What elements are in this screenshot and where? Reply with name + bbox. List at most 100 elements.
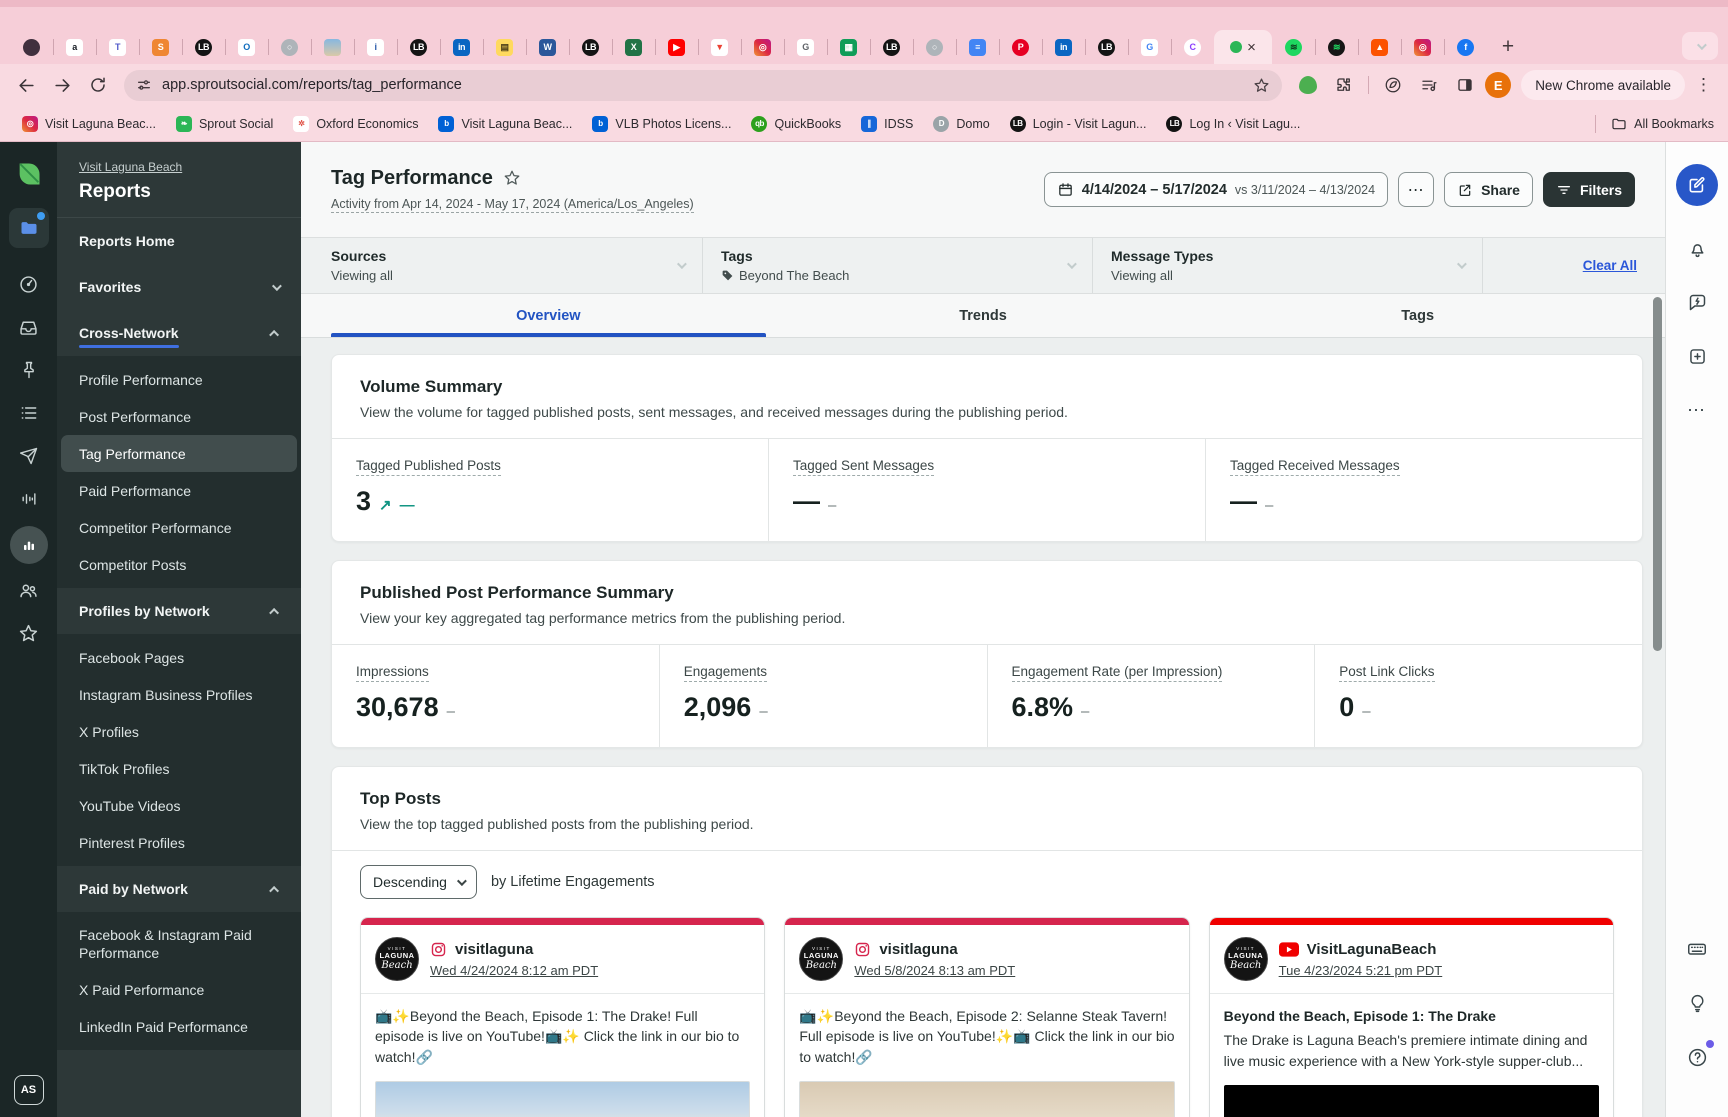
listening-levels-icon[interactable] [9, 479, 49, 519]
browser-tab[interactable]: ○ [268, 30, 311, 64]
browser-tab[interactable]: ▼ [698, 30, 741, 64]
browser-tab[interactable] [10, 30, 53, 64]
browser-tab[interactable]: O [225, 30, 268, 64]
browser-tab[interactable]: ▤ [483, 30, 526, 64]
dashboard-gauge-icon[interactable] [9, 264, 49, 304]
clear-all-link[interactable]: Clear All [1583, 258, 1637, 273]
help-icon[interactable] [1677, 1037, 1717, 1077]
post-date-link[interactable]: Wed 5/8/2024 8:13 am PDT [854, 963, 1015, 978]
post-card[interactable]: VISIT LAGUNA Beach VisitLagunaBeach Tue 4/… [1208, 917, 1614, 1117]
browser-tab[interactable]: G [1128, 30, 1171, 64]
keyboard-shortcuts-icon[interactable] [1677, 929, 1717, 969]
stat-label[interactable]: Engagement Rate (per Impression) [1011, 664, 1223, 682]
sidebar-item-x-paid-performance[interactable]: X Paid Performance [61, 971, 297, 1008]
bookmark-item[interactable]: b Visit Laguna Beac... [430, 112, 580, 136]
all-bookmarks-button[interactable]: All Bookmarks [1595, 114, 1714, 133]
browser-tab[interactable]: ○ [913, 30, 956, 64]
browser-tab[interactable]: f [1444, 30, 1487, 64]
browser-tab[interactable]: P [999, 30, 1042, 64]
post-card[interactable]: VISIT LAGUNA Beach visitlaguna Wed 5/8/202… [784, 917, 1190, 1117]
browser-tab[interactable] [311, 30, 354, 64]
post-card[interactable]: VISIT LAGUNA Beach visitlaguna Wed 4/24/20… [360, 917, 766, 1117]
browser-tab[interactable]: LB [182, 30, 225, 64]
browser-tab[interactable]: C [1171, 30, 1214, 64]
browser-tab[interactable]: ◎ [741, 30, 784, 64]
message-types-filter[interactable]: Message Types Viewing all [1111, 238, 1483, 293]
sidebar-item-profile-performance[interactable]: Profile Performance [61, 361, 297, 398]
back-button[interactable] [10, 69, 42, 101]
browser-tab[interactable]: ≡ [956, 30, 999, 64]
extensions-puzzle-icon[interactable] [1328, 69, 1360, 101]
notifications-bell-icon[interactable] [1677, 228, 1717, 268]
sidebar-item-instagram-business-profiles[interactable]: Instagram Business Profiles [61, 676, 297, 713]
post-video-thumbnail[interactable] [1223, 1084, 1599, 1117]
tab-tags[interactable]: Tags [1200, 294, 1635, 337]
stat-label[interactable]: Impressions [356, 664, 429, 682]
sidebar-item-post-performance[interactable]: Post Performance [61, 398, 297, 435]
tags-filter[interactable]: Tags Beyond The Beach [721, 238, 1093, 293]
more-options-button[interactable]: ⋯ [1398, 172, 1435, 207]
tips-lightbulb-icon[interactable] [1677, 983, 1717, 1023]
browser-menu-icon[interactable]: ⋮ [1689, 75, 1718, 95]
forward-button[interactable] [46, 69, 78, 101]
browser-tab[interactable]: in [1042, 30, 1085, 64]
stat-label[interactable]: Engagements [683, 664, 768, 682]
browser-tab[interactable]: T [96, 30, 139, 64]
stat-label[interactable]: Tagged Sent Messages [793, 458, 935, 476]
address-bar[interactable]: app.sproutsocial.com/reports/tag_perform… [124, 69, 1283, 101]
reports-bar-chart-icon[interactable] [9, 526, 48, 564]
browser-tab[interactable]: W [526, 30, 569, 64]
browser-tab[interactable]: ▲ [1358, 30, 1401, 64]
tab-trends[interactable]: Trends [766, 294, 1201, 337]
bookmark-item[interactable]: b VLB Photos Licens... [584, 112, 739, 136]
sprout-logo-icon[interactable] [9, 154, 49, 194]
post-username[interactable]: visitlaguna [455, 941, 533, 958]
sidebar-item-pinterest-profiles[interactable]: Pinterest Profiles [61, 824, 297, 861]
browser-tab[interactable]: ▶ [655, 30, 698, 64]
sidebar-item-favorites[interactable]: Favorites [57, 264, 301, 310]
sidebar-item-x-profiles[interactable]: X Profiles [61, 713, 297, 750]
filters-button[interactable]: Filters [1542, 172, 1635, 207]
browser-profile-avatar[interactable]: E [1485, 72, 1512, 98]
sidebar-item-paid-by-network[interactable]: Paid by Network [57, 866, 301, 912]
bookmark-item[interactable]: ✲ Oxford Economics [285, 112, 426, 136]
feedback-chat-icon[interactable] [1677, 282, 1717, 322]
browser-tab[interactable]: i [354, 30, 397, 64]
sidebar-item-youtube-videos[interactable]: YouTube Videos [61, 787, 297, 824]
sidebar-item-competitor-performance[interactable]: Competitor Performance [61, 509, 297, 546]
side-panel-icon[interactable] [1449, 69, 1481, 101]
sidebar-item-facebook-instagram-paid-performance[interactable]: Facebook & Instagram Paid Performance [61, 917, 297, 971]
tab-search-button[interactable] [1682, 32, 1718, 60]
sidebar-item-tiktok-profiles[interactable]: TikTok Profiles [61, 750, 297, 787]
browser-tab[interactable]: a [53, 30, 96, 64]
browser-tab[interactable]: LB [397, 30, 440, 64]
browser-tab[interactable]: ≋ [1272, 30, 1315, 64]
adblock-extension-icon[interactable] [1292, 69, 1324, 101]
reload-button[interactable] [82, 69, 114, 101]
sources-filter[interactable]: Sources Viewing all [331, 238, 703, 293]
browser-tab-active[interactable]: × [1214, 30, 1272, 64]
browser-tab[interactable]: LB [569, 30, 612, 64]
post-username[interactable]: visitlaguna [879, 941, 957, 958]
new-chrome-available-button[interactable]: New Chrome available [1521, 70, 1685, 100]
sidebar-item-paid-performance[interactable]: Paid Performance [61, 472, 297, 509]
browser-tab[interactable]: ≋ [1315, 30, 1358, 64]
queue-list-icon[interactable] [9, 393, 49, 433]
bookmark-item[interactable]: LB Login - Visit Lagun... [1002, 112, 1155, 136]
more-tools-icon[interactable]: ⋯ [1677, 390, 1717, 430]
sort-order-select[interactable]: Descending [360, 865, 477, 899]
media-playlist-icon[interactable] [1413, 69, 1445, 101]
share-button[interactable]: Share [1444, 172, 1533, 207]
tab-close-icon[interactable]: × [1247, 40, 1256, 55]
star-icon[interactable] [9, 613, 49, 653]
browser-tab[interactable]: ▦ [827, 30, 870, 64]
browser-tab[interactable]: X [612, 30, 655, 64]
inbox-icon[interactable] [9, 307, 49, 347]
people-icon[interactable] [9, 570, 49, 610]
post-date-link[interactable]: Tue 4/23/2024 5:21 pm PDT [1279, 963, 1443, 978]
sidebar-item-reports-home[interactable]: Reports Home [57, 218, 301, 264]
date-range-button[interactable]: 4/14/2024 – 5/17/2024 vs 3/11/2024 – 4/1… [1043, 172, 1389, 207]
post-date-link[interactable]: Wed 4/24/2024 8:12 am PDT [430, 963, 598, 978]
browser-tab[interactable]: in [440, 30, 483, 64]
add-widget-icon[interactable] [1677, 336, 1717, 376]
